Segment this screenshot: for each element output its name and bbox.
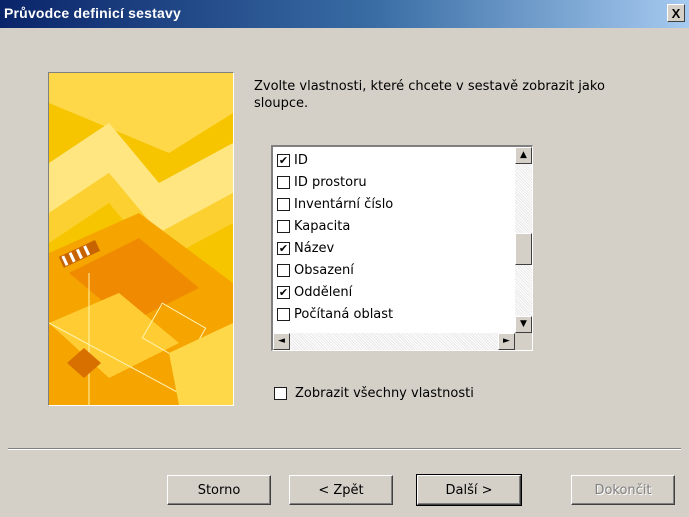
cancel-button-label: Storno [197,482,241,498]
scrollbar-corner [515,333,532,350]
arrow-up-icon: ▲ [520,150,527,160]
checkbox-unchecked-icon[interactable] [277,175,290,189]
property-item-label: ID prostoru [294,174,367,190]
arrow-left-icon: ◄ [278,336,285,346]
property-item[interactable]: ID prostoru [277,171,507,193]
property-item-label: Obsazení [294,262,354,278]
finish-button-label: Dokončit [594,482,652,498]
property-item-label: Počítaná oblast [294,306,394,322]
checkbox-unchecked-icon[interactable] [277,307,290,321]
vertical-scroll-thumb[interactable] [515,233,532,265]
instructions-text: Zvolte vlastnosti, které chcete v sestav… [254,79,605,111]
arrow-down-icon: ▼ [520,319,527,329]
checkbox-unchecked-icon[interactable] [277,219,290,233]
property-item-label: ID [294,152,308,168]
back-button[interactable]: < Zpět [289,475,393,505]
checkbox-unchecked-icon[interactable] [277,263,290,277]
title-bar: Průvodce definicí sestavy X [0,0,689,28]
scroll-up-button[interactable]: ▲ [515,147,532,164]
back-button-label: < Zpět [318,482,364,498]
show-all-properties-checkbox[interactable]: Zobrazit všechny vlastnosti [274,386,474,401]
scroll-right-button[interactable]: ► [498,333,515,350]
next-button[interactable]: Další > [416,474,522,506]
property-item[interactable]: Obsazení [277,259,507,281]
next-button-label: Další > [445,482,493,498]
checkbox-unchecked-icon[interactable] [277,197,290,211]
window-title: Průvodce definicí sestavy [4,5,181,21]
checkbox-checked-icon[interactable]: ✔ [277,241,290,255]
property-item[interactable]: Počítaná oblast [277,303,507,325]
checkbox-checked-icon[interactable]: ✔ [277,153,290,167]
horizontal-scrollbar[interactable]: ◄ ► [273,333,515,350]
scroll-left-button[interactable]: ◄ [273,333,290,350]
checkbox-checked-icon[interactable]: ✔ [277,285,290,299]
cancel-button[interactable]: Storno [167,475,271,505]
property-list-items: ✔ ID ID prostoru Inventární číslo Kapacita ✔ N… [277,149,507,325]
close-icon: X [671,5,681,21]
property-item[interactable]: ✔ ID [277,149,507,171]
property-item[interactable]: Inventární číslo [277,193,507,215]
property-list[interactable]: ✔ ID ID prostoru Inventární číslo Kapacita ✔ N… [271,145,533,351]
property-item-label: Kapacita [294,218,351,234]
finish-button: Dokončit [571,475,675,505]
property-item-label: Název [294,240,335,256]
separator-line [8,448,681,450]
wizard-banner-image [48,72,234,406]
scroll-down-button[interactable]: ▼ [515,316,532,333]
close-button[interactable]: X [667,4,685,22]
property-item[interactable]: ✔ Oddělení [277,281,507,303]
property-item[interactable]: ✔ Název [277,237,507,259]
property-item-label: Oddělení [294,284,353,300]
property-item[interactable]: Kapacita [277,215,507,237]
property-item-label: Inventární číslo [294,196,394,212]
vertical-scrollbar[interactable]: ▲ ▼ [515,147,532,333]
arrow-right-icon: ► [503,336,510,346]
show-all-label: Zobrazit všechny vlastnosti [295,386,474,401]
checkbox-icon[interactable] [274,387,287,400]
